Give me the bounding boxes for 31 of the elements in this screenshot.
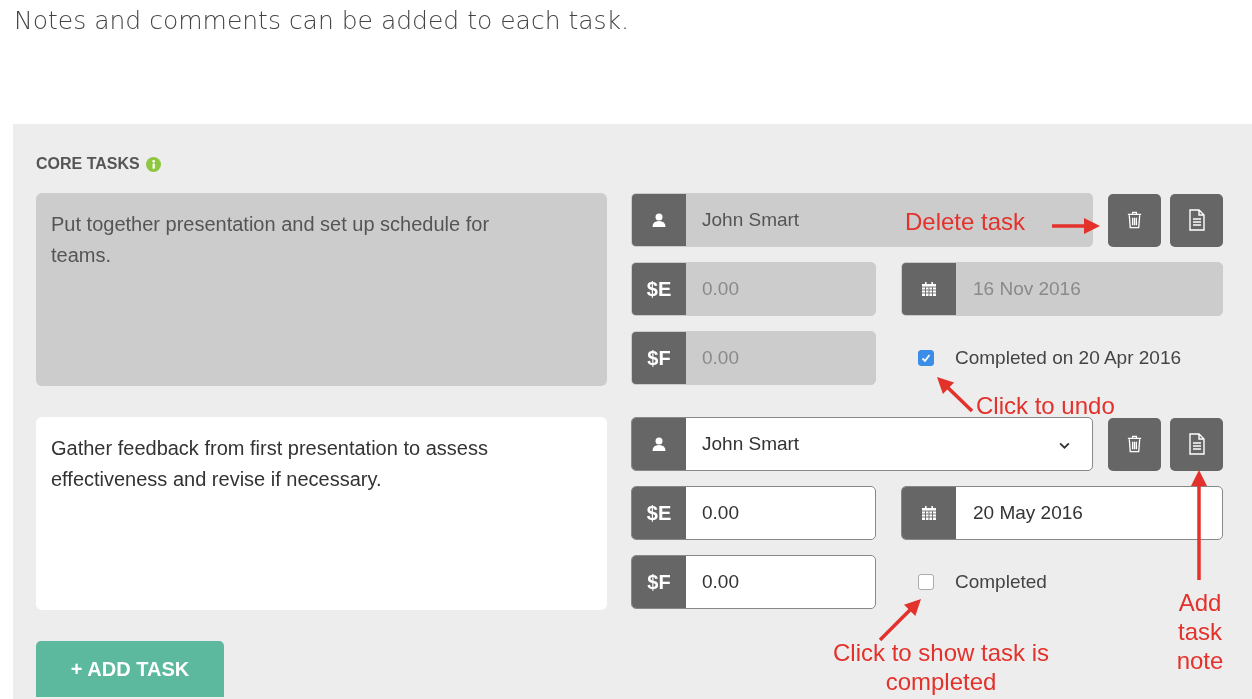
final-field[interactable]: $F 0.00: [631, 555, 876, 609]
section-title: CORE TASKS: [36, 155, 140, 173]
annotation-arrow: [937, 377, 974, 413]
annotation-text: Delete task: [905, 207, 1027, 236]
annotation-arrow: [878, 599, 921, 642]
trash-icon: [1126, 434, 1143, 454]
completed-checkbox[interactable]: [918, 574, 934, 590]
annotation-text: Add task note: [1175, 588, 1225, 675]
document-icon: [1187, 433, 1206, 455]
completed-label: Completed: [955, 571, 1047, 593]
person-icon: [651, 436, 667, 452]
estimate-field[interactable]: $E 0.00: [631, 486, 876, 540]
delete-button[interactable]: [1108, 193, 1161, 247]
completed-label: Completed on 20 Apr 2016: [955, 347, 1182, 369]
annotation-arrow: [1052, 218, 1100, 234]
document-icon: [1187, 209, 1206, 231]
due-date-field[interactable]: 20 May 2016: [901, 486, 1223, 540]
check-icon: [920, 352, 932, 364]
calendar-icon: [921, 281, 937, 297]
note-button[interactable]: [1170, 193, 1223, 247]
task-description[interactable]: Gather feedback from first presentation to assess effectiveness and revise if necessary.: [36, 417, 607, 610]
delete-button[interactable]: [1108, 417, 1161, 471]
trash-icon: [1126, 210, 1143, 230]
intro-text: Notes and comments can be added to each task.: [13, 5, 631, 37]
annotation-text: Click to undo: [976, 391, 1116, 420]
annotation-text: Click to show task is completed: [831, 638, 1051, 696]
caret-icon: [1059, 442, 1070, 449]
note-button[interactable]: [1170, 417, 1223, 471]
calendar-icon: [921, 505, 937, 521]
person-icon: [651, 212, 667, 228]
assignee-select[interactable]: John Smart: [631, 417, 1093, 471]
